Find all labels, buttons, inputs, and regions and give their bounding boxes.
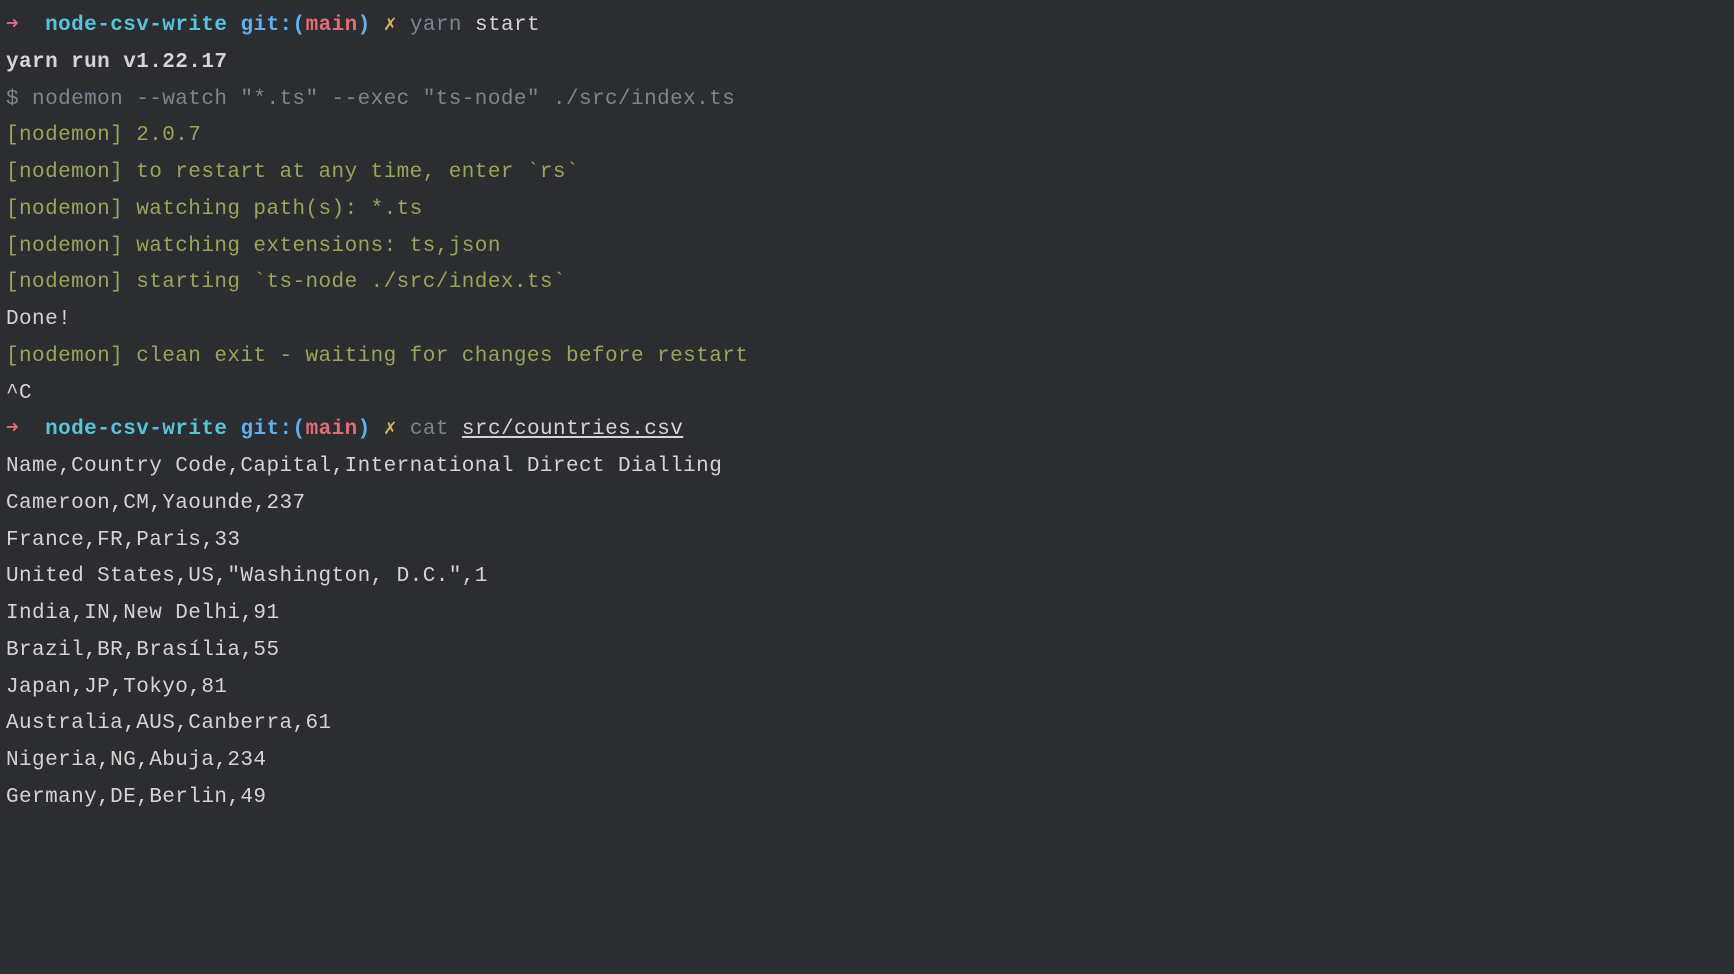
- prompt-arrow-icon: ➜: [6, 8, 45, 45]
- prompt-git-label: git:(: [240, 8, 305, 45]
- prompt-dir: node-csv-write: [45, 8, 240, 45]
- prompt-dirty-icon: ✗: [384, 412, 410, 449]
- nodemon-exit-line: [nodemon] clean exit - waiting for chang…: [6, 339, 1728, 376]
- csv-data-row: Japan,JP,Tokyo,81: [6, 670, 1728, 707]
- command-arg: src/countries.csv: [462, 412, 683, 449]
- prompt-dirty-icon: ✗: [384, 8, 410, 45]
- csv-data-row: Cameroon,CM,Yaounde,237: [6, 486, 1728, 523]
- csv-data-row: Australia,AUS,Canberra,61: [6, 706, 1728, 743]
- prompt-branch: main: [306, 412, 358, 449]
- prompt-line-2: ➜ node-csv-write git:( main ) ✗ cat src/…: [6, 412, 1728, 449]
- nodemon-command: nodemon --watch "*.ts" --exec "ts-node" …: [32, 82, 735, 119]
- nodemon-output: [nodemon] watching path(s): *.ts: [6, 192, 1728, 229]
- csv-data-row: India,IN,New Delhi,91: [6, 596, 1728, 633]
- csv-data-row: Nigeria,NG,Abuja,234: [6, 743, 1728, 780]
- csv-data-row: Brazil,BR,Brasília,55: [6, 633, 1728, 670]
- yarn-run-line: yarn run v1.22.17: [6, 45, 1728, 82]
- nodemon-output: [nodemon] watching extensions: ts,json: [6, 229, 1728, 266]
- nodemon-command-line: $ nodemon --watch "*.ts" --exec "ts-node…: [6, 82, 1728, 119]
- nodemon-output: [nodemon] to restart at any time, enter …: [6, 155, 1728, 192]
- command-name: cat: [410, 412, 462, 449]
- command-name: yarn: [410, 8, 475, 45]
- csv-header-row: Name,Country Code,Capital,International …: [6, 449, 1728, 486]
- command-arg: start: [475, 8, 540, 45]
- prompt-git-label: git:(: [240, 412, 305, 449]
- prompt-git-close: ): [358, 412, 384, 449]
- nodemon-output: [nodemon] starting `ts-node ./src/index.…: [6, 265, 1728, 302]
- csv-data-row: United States,US,"Washington, D.C.",1: [6, 559, 1728, 596]
- done-line: Done!: [6, 302, 1728, 339]
- prompt-line-1: ➜ node-csv-write git:( main ) ✗ yarn sta…: [6, 8, 1728, 45]
- prompt-git-close: ): [358, 8, 384, 45]
- prompt-dir: node-csv-write: [45, 412, 240, 449]
- csv-data-row: Germany,DE,Berlin,49: [6, 780, 1728, 817]
- terminal-output[interactable]: ➜ node-csv-write git:( main ) ✗ yarn sta…: [6, 8, 1728, 817]
- ctrl-c-line: ^C: [6, 376, 1728, 413]
- prompt-branch: main: [306, 8, 358, 45]
- dollar-prompt: $: [6, 82, 32, 119]
- nodemon-output: [nodemon] 2.0.7: [6, 118, 1728, 155]
- prompt-arrow-icon: ➜: [6, 412, 45, 449]
- csv-data-row: France,FR,Paris,33: [6, 523, 1728, 560]
